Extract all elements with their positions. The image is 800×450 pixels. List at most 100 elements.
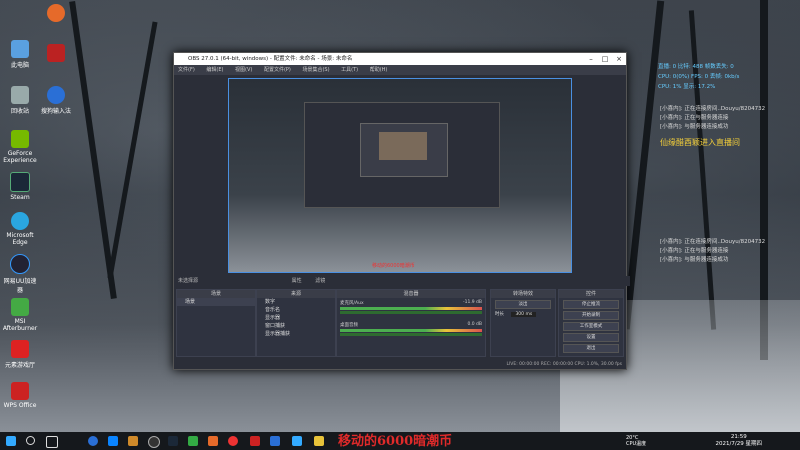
chat-line: [小喜内]: 正在与服务器连接 [660,115,729,121]
clock-time: 21:59 [730,434,747,440]
source-item[interactable]: 数字 [257,298,335,306]
overlay-banner: 移动的6000暗潮币 [338,434,453,449]
menu-tools[interactable]: 工具(T) [341,67,358,73]
source-item[interactable]: 显示器 [257,314,335,322]
desktop-icon-sogou[interactable]: 搜狗输入法 [38,86,74,115]
scene-item[interactable]: 场景 [177,298,255,306]
stats-line: CPU: 1% 显示: 17.2% [658,84,716,90]
steam-icon [10,172,30,192]
desktop-icon-uu[interactable]: 网易UU加速器 [2,254,38,294]
menu-profile[interactable]: 配置文件(P) [264,67,291,73]
chat-top: [小喜内]: 正在连接房间..Douyu/8204732 [小喜内]: 正在与服… [660,105,765,132]
obs-menubar: 文件(F) 编辑(E) 视图(V) 配置文件(P) 场景集合(S) 工具(T) … [174,65,626,75]
menu-scene-collection[interactable]: 场景集合(S) [302,67,329,73]
taskbar-app-icon[interactable] [128,436,138,446]
duration-input[interactable]: 300 ms [511,312,537,317]
obs-status-bar: LIVE: 00:00:00 REC: 00:00:00 CPU: 1.0%, … [174,360,626,369]
chat-line: [小喜内]: 与服务器连接成功 [660,257,729,263]
obs-taskbar-icon[interactable] [148,436,160,448]
app-icon [47,44,65,62]
mixer-track-db: 0.0 dB [467,322,482,327]
desktop-level-meter [340,329,482,332]
stats-overlay: 直播: 0 比特: 488 帧数丢失: 0 CPU: 0(0%) FPS: 0 … [658,62,798,92]
mixer-track-mic: 麦克风/Aux -11.9 dB [340,300,482,306]
mic-level-meter [340,307,482,310]
desktop-icon-this-pc[interactable]: 此电脑 [2,40,38,69]
obs-window[interactable]: OBS 27.0.1 (64-bit, windows) - 配置文件: 未命名… [173,52,630,370]
afterburner-icon [11,298,29,316]
window-title: OBS 27.0.1 (64-bit, windows) - 配置文件: 未命名… [188,56,353,62]
viewer-enter-message: 仙缘醋酉颖进入直播间 [660,138,740,147]
scenes-dock: 场景 场景 [176,289,256,357]
transitions-dock: 转场特效 淡出 时长 300 ms [490,289,556,357]
mixer-track-desktop: 桌面音频 0.0 dB [340,322,482,328]
chat-line: [小喜内]: 与服务器连接成功 [660,124,729,130]
obs-preview[interactable]: 移动的6000暗潮币 [228,78,572,273]
weather-label: CPU温度 [626,441,647,447]
minimize-icon[interactable]: – [584,53,598,65]
source-item[interactable]: 音乐名 [257,306,335,314]
settings-button[interactable]: 设置 [563,333,619,342]
taskbar-app-icon[interactable] [314,436,324,446]
source-toolbar: 未选择源 属性 滤镜 [174,276,630,286]
desktop-icon-app-red[interactable] [38,44,74,64]
mixer-track-db: -11.9 dB [462,300,482,305]
tray-weather[interactable]: 20°C CPU温度 [626,435,646,447]
desktop-volume-slider[interactable] [340,333,482,336]
taskbar-app-icon[interactable] [292,436,302,446]
menu-view[interactable]: 视图(V) [235,67,252,73]
taskbar-app-icon[interactable] [188,436,198,446]
computer-icon [11,40,29,58]
wps-icon [11,382,29,400]
controls-dock: 控件 停止推流 开始录制 工作室模式 设置 退出 [558,289,624,357]
menu-file[interactable]: 文件(F) [178,67,195,73]
desktop-icon-afterburner[interactable]: MSI Afterburner [2,298,38,332]
controls-dock-title: 控件 [559,290,623,298]
mic-volume-slider[interactable] [340,311,482,314]
taskbar-app-icon[interactable] [88,436,98,446]
desktop-icon-app-top[interactable] [38,4,74,24]
task-view-icon[interactable] [46,436,58,448]
tray-clock[interactable]: 21:59 2021/7/29 星期四 [716,434,762,448]
source-item[interactable]: 窗口捕获 [257,322,335,330]
nvidia-icon [11,130,29,148]
transition-duration-row: 时长 300 ms [495,311,551,317]
taskbar-app-icon[interactable] [270,436,280,446]
desktop-icon-recycle-bin[interactable]: 回收站 [2,86,38,115]
clock-date: 2021/7/29 星期四 [715,441,762,447]
taskbar-app-icon[interactable] [250,436,260,446]
studio-mode-button[interactable]: 工作室模式 [563,322,619,331]
chat-bottom: [小喜内]: 正在连接房间..Douyu/8204732 [小喜内]: 正在与服… [660,238,765,265]
menu-edit[interactable]: 编辑(E) [206,67,223,73]
desktop-icon-game-hall[interactable]: 元素游戏厅 [2,340,38,369]
chrome-icon[interactable] [228,436,238,446]
menu-help[interactable]: 帮助(H) [370,67,388,73]
duration-label: 时长 [495,312,504,317]
steam-taskbar-icon[interactable] [168,436,178,446]
chat-line: [小喜内]: 正在连接房间..Douyu/8204732 [660,106,766,112]
source-item[interactable]: 显示器捕获 [257,330,335,338]
mixer-track-name: 麦克风/Aux [340,301,364,306]
chat-line: [小喜内]: 正在与服务器连接 [660,248,729,254]
scenes-dock-title: 场景 [177,290,255,298]
filters-button[interactable]: 滤镜 [315,278,325,284]
desktop-icon-geforce[interactable]: GeForce Experience [2,130,38,164]
stop-streaming-button[interactable]: 停止推流 [563,300,619,309]
obs-titlebar[interactable]: OBS 27.0.1 (64-bit, windows) - 配置文件: 未命名… [174,53,626,65]
transitions-dock-title: 转场特效 [491,290,555,298]
desktop-icon-steam[interactable]: Steam [2,172,38,201]
no-source-label: 未选择源 [178,278,199,284]
desktop-icon-edge[interactable]: Microsoft Edge [2,212,38,246]
maximize-icon[interactable]: □ [598,53,612,65]
windows-start-icon[interactable] [6,436,16,446]
taskbar-app-icon[interactable] [108,436,118,446]
close-icon[interactable]: × [612,53,626,65]
taskbar-app-icon[interactable] [208,436,218,446]
exit-button[interactable]: 退出 [563,344,619,353]
transition-type-select[interactable]: 淡出 [495,300,551,309]
search-icon[interactable] [26,436,35,445]
desktop-icon-wps[interactable]: WPS Office [2,382,38,409]
properties-button[interactable]: 属性 [292,278,302,284]
start-recording-button[interactable]: 开始录制 [563,311,619,320]
chat-line: [小喜内]: 正在连接房间..Douyu/8204732 [660,239,766,245]
